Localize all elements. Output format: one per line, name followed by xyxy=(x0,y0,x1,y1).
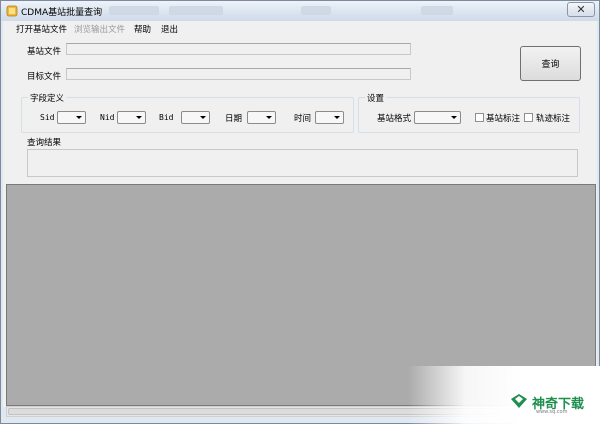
base-file-input[interactable] xyxy=(66,43,411,55)
chevron-down-icon xyxy=(136,116,142,119)
date-select[interactable] xyxy=(247,111,276,124)
menu-help[interactable]: 帮助 xyxy=(134,23,151,35)
date-label: 日期 xyxy=(225,114,243,124)
app-window: CDMA基站批量查询 ✕ 打开基站文件 浏览输出文件 帮助 退出 基站文件 目标… xyxy=(0,0,600,424)
nid-select[interactable] xyxy=(117,111,146,124)
nid-label: Nid xyxy=(100,113,115,122)
settings-group: 设置 基站格式 基站标注 轨迹标注 xyxy=(358,92,580,133)
chevron-down-icon xyxy=(334,116,340,119)
base-file-label: 基站文件 xyxy=(27,47,62,57)
format-label: 基站格式 xyxy=(377,114,412,124)
title-bar-blur xyxy=(421,6,453,15)
title-bar-blur xyxy=(169,6,223,15)
menu-bar: 打开基站文件 浏览输出文件 帮助 退出 xyxy=(3,21,597,35)
field-definition-group: 字段定义 Sid Nid Bid 日期 时间 xyxy=(21,92,354,133)
chevron-down-icon xyxy=(200,116,206,119)
track-mark-label: 轨迹标注 xyxy=(536,114,571,124)
bid-label: Bid xyxy=(159,113,174,122)
logo-icon xyxy=(511,394,527,408)
track-mark-checkbox[interactable] xyxy=(524,113,533,122)
base-mark-checkbox[interactable] xyxy=(475,113,484,122)
base-mark-label: 基站标注 xyxy=(486,114,521,124)
title-bar-blur xyxy=(301,6,331,15)
title-bar-blur xyxy=(109,6,159,15)
field-definition-title: 字段定义 xyxy=(28,92,67,104)
results-display xyxy=(27,149,578,177)
results-label: 查询结果 xyxy=(27,138,62,148)
chevron-down-icon xyxy=(451,116,457,119)
sid-label: Sid xyxy=(40,113,55,122)
close-button[interactable]: ✕ xyxy=(567,2,595,17)
menu-browse-output[interactable]: 浏览输出文件 xyxy=(74,23,125,35)
target-file-input[interactable] xyxy=(66,68,411,80)
settings-title: 设置 xyxy=(365,92,387,104)
close-icon: ✕ xyxy=(576,3,586,16)
format-select[interactable] xyxy=(414,111,461,124)
watermark-subtext: www.sq.com xyxy=(536,409,568,415)
app-icon xyxy=(6,5,18,17)
bid-select[interactable] xyxy=(181,111,210,124)
menu-exit[interactable]: 退出 xyxy=(161,23,178,35)
menu-open-base-file[interactable]: 打开基站文件 xyxy=(16,23,67,35)
time-label: 时间 xyxy=(294,114,312,124)
time-select[interactable] xyxy=(315,111,344,124)
query-button[interactable]: 查询 xyxy=(520,46,581,81)
sid-select[interactable] xyxy=(57,111,86,124)
target-file-label: 目标文件 xyxy=(27,72,62,82)
chevron-down-icon xyxy=(266,116,272,119)
chevron-down-icon xyxy=(76,116,82,119)
title-bar[interactable]: CDMA基站批量查询 ✕ xyxy=(1,1,599,21)
window-title: CDMA基站批量查询 xyxy=(21,8,103,18)
query-button-label: 查询 xyxy=(541,60,560,70)
